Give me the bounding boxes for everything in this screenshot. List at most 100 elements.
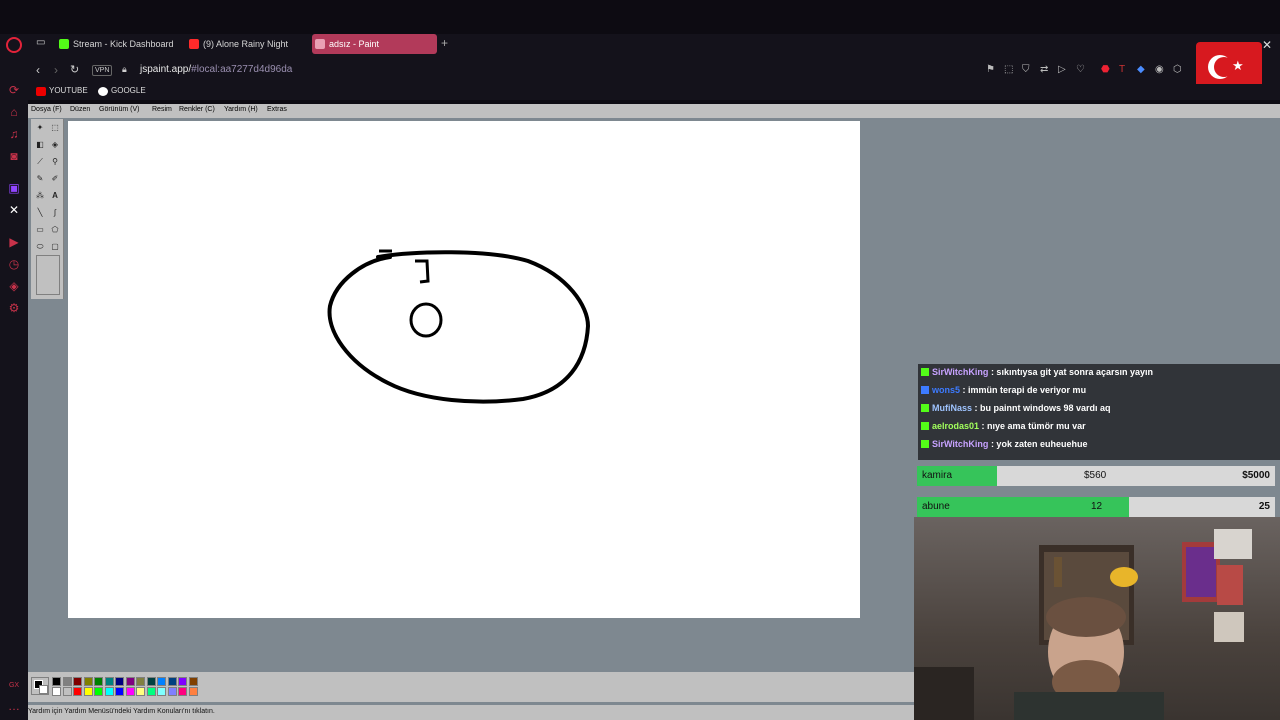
forward-icon[interactable]: › — [54, 63, 58, 77]
pencil-icon[interactable]: ✎ — [33, 172, 47, 186]
palette-swatch[interactable] — [178, 677, 187, 686]
palette-swatch[interactable] — [167, 687, 177, 696]
free-select-icon[interactable]: ✦ — [33, 121, 47, 135]
music-icon[interactable]: ♫ — [6, 126, 22, 142]
chat-message: SirWitchKing : yok zaten euheuehue — [921, 436, 1087, 452]
goal-label: kamira — [922, 470, 953, 481]
vpn-badge[interactable]: VPN — [92, 65, 113, 76]
more-icon[interactable]: … — [6, 698, 22, 714]
extension-icon[interactable]: ⬡ — [1173, 64, 1182, 75]
palette-swatch[interactable] — [157, 677, 166, 686]
text-icon[interactable]: A — [48, 189, 62, 203]
close-icon[interactable]: ✕ — [1262, 38, 1272, 52]
snapshot-icon[interactable]: ⬚ — [1004, 64, 1013, 75]
heart-icon[interactable]: ♡ — [1076, 64, 1085, 75]
shopping-icon[interactable]: ⌂ — [6, 104, 22, 120]
tab-youtube[interactable]: (9) Alone Rainy Night — [186, 34, 301, 54]
menu-file[interactable]: Dosya (F) — [31, 106, 62, 113]
menu-image[interactable]: Resim — [152, 106, 172, 113]
rounded-rect-icon[interactable]: ▢ — [48, 240, 62, 254]
shield-icon[interactable]: ⛉ — [1022, 64, 1030, 75]
opera-logo-icon[interactable] — [6, 37, 22, 53]
menu-view[interactable]: Görünüm (V) — [99, 106, 139, 113]
goal-bar-kamira: kamira $560 $5000 — [917, 466, 1275, 486]
palette-swatch[interactable] — [73, 677, 82, 686]
airbrush-icon[interactable]: ⁂ — [33, 189, 47, 203]
palette-swatch[interactable] — [125, 677, 135, 686]
bookmark-youtube[interactable]: YOUTUBE — [36, 86, 88, 96]
play-icon[interactable]: ▷ — [1058, 64, 1066, 75]
palette-swatch[interactable] — [136, 687, 145, 696]
rect-select-icon[interactable]: ⬚ — [48, 121, 62, 135]
bookmark-google[interactable]: GOOGLE — [98, 86, 146, 96]
curve-icon[interactable]: ∫ — [48, 206, 62, 220]
palette-swatch[interactable] — [178, 687, 187, 696]
eraser-icon[interactable]: ◧ — [33, 138, 47, 152]
palette-swatch[interactable] — [52, 687, 61, 696]
lock-icon[interactable]: 🔒︎ — [122, 64, 127, 75]
new-tab-button[interactable]: + — [441, 36, 448, 50]
palette-swatch[interactable] — [157, 687, 166, 696]
palette-swatch[interactable] — [94, 677, 103, 686]
palette-swatch[interactable] — [188, 687, 198, 696]
palette-swatch[interactable] — [73, 687, 82, 696]
palette-swatch[interactable] — [104, 677, 114, 686]
tool-options[interactable] — [36, 255, 60, 295]
reload-icon[interactable]: ↻ — [70, 63, 79, 76]
rectangle-icon[interactable]: ▭ — [33, 223, 47, 237]
current-colors[interactable] — [31, 677, 49, 695]
palette-swatch[interactable] — [83, 687, 93, 696]
brush-icon[interactable]: ✐ — [48, 172, 62, 186]
palette-swatch[interactable] — [167, 677, 177, 686]
fill-icon[interactable]: ◈ — [48, 138, 62, 152]
extensions-icon[interactable]: ◈ — [6, 278, 22, 294]
palette-swatch[interactable] — [83, 677, 93, 686]
x-icon[interactable]: ✕ — [6, 202, 22, 218]
polygon-icon[interactable]: ⬠ — [48, 223, 62, 237]
tab-paint[interactable]: adsız - Paint — [312, 34, 437, 54]
chat-text: : sıkıntıysa git yat sonra açarsın yayın — [990, 367, 1154, 377]
tab-label: (9) Alone Rainy Night — [203, 39, 289, 49]
translate-icon[interactable]: ⇄ — [1040, 64, 1048, 75]
palette-swatch[interactable] — [146, 687, 156, 696]
palette-swatch[interactable] — [125, 687, 135, 696]
ellipse-icon[interactable]: ⬭ — [33, 240, 47, 254]
palette-swatch[interactable] — [188, 677, 198, 686]
url-field[interactable]: jspaint.app/#local:aa7277d4d96da — [140, 64, 292, 75]
drawing-canvas[interactable] — [68, 121, 860, 618]
palette-swatch[interactable] — [136, 677, 145, 686]
palette-swatch[interactable] — [104, 687, 114, 696]
magnifier-icon[interactable]: ⚲ — [48, 155, 62, 169]
chat-user: aelrodas01 — [932, 421, 980, 431]
tab-kick-dashboard[interactable]: Stream - Kick Dashboard — [56, 34, 176, 54]
palette-swatch[interactable] — [62, 687, 72, 696]
history-icon[interactable]: ⟳ — [6, 82, 22, 98]
twitch-icon[interactable]: ▣ — [6, 180, 22, 196]
adblock-icon[interactable]: ⬣ — [1101, 64, 1110, 75]
gx-icon[interactable]: GX — [6, 678, 22, 694]
palette-swatch[interactable] — [94, 687, 103, 696]
player-icon[interactable]: ▶ — [6, 234, 22, 250]
workspace-icon[interactable]: ▭ — [36, 37, 45, 48]
extension-icon[interactable]: T — [1119, 64, 1125, 75]
extension-icon[interactable]: ◆ — [1137, 64, 1145, 75]
menu-help[interactable]: Yardım (H) — [224, 106, 258, 113]
color-picker-icon[interactable]: ⟋ — [33, 155, 47, 169]
settings-icon[interactable]: ⚙ — [6, 300, 22, 316]
chat-user: wons5 — [932, 385, 961, 395]
palette-swatch[interactable] — [146, 677, 156, 686]
palette-swatch[interactable] — [52, 677, 61, 686]
clock-icon[interactable]: ◷ — [6, 256, 22, 272]
menu-extras[interactable]: Extras — [267, 106, 287, 113]
palette-swatch[interactable] — [115, 677, 124, 686]
menu-edit[interactable]: Düzen — [70, 106, 90, 113]
palette-swatch[interactable] — [115, 687, 124, 696]
line-icon[interactable]: ╲ — [33, 206, 47, 220]
chat-text: : nıye ama tümör mu var — [981, 421, 1086, 431]
palette-swatch[interactable] — [62, 677, 72, 686]
extension-icon[interactable]: ◉ — [1155, 64, 1164, 75]
menu-colors[interactable]: Renkler (C) — [179, 106, 215, 113]
back-icon[interactable]: ‹ — [36, 63, 40, 77]
messenger-icon[interactable]: ◙ — [6, 148, 22, 164]
pin-icon[interactable]: ⚑ — [986, 64, 995, 75]
